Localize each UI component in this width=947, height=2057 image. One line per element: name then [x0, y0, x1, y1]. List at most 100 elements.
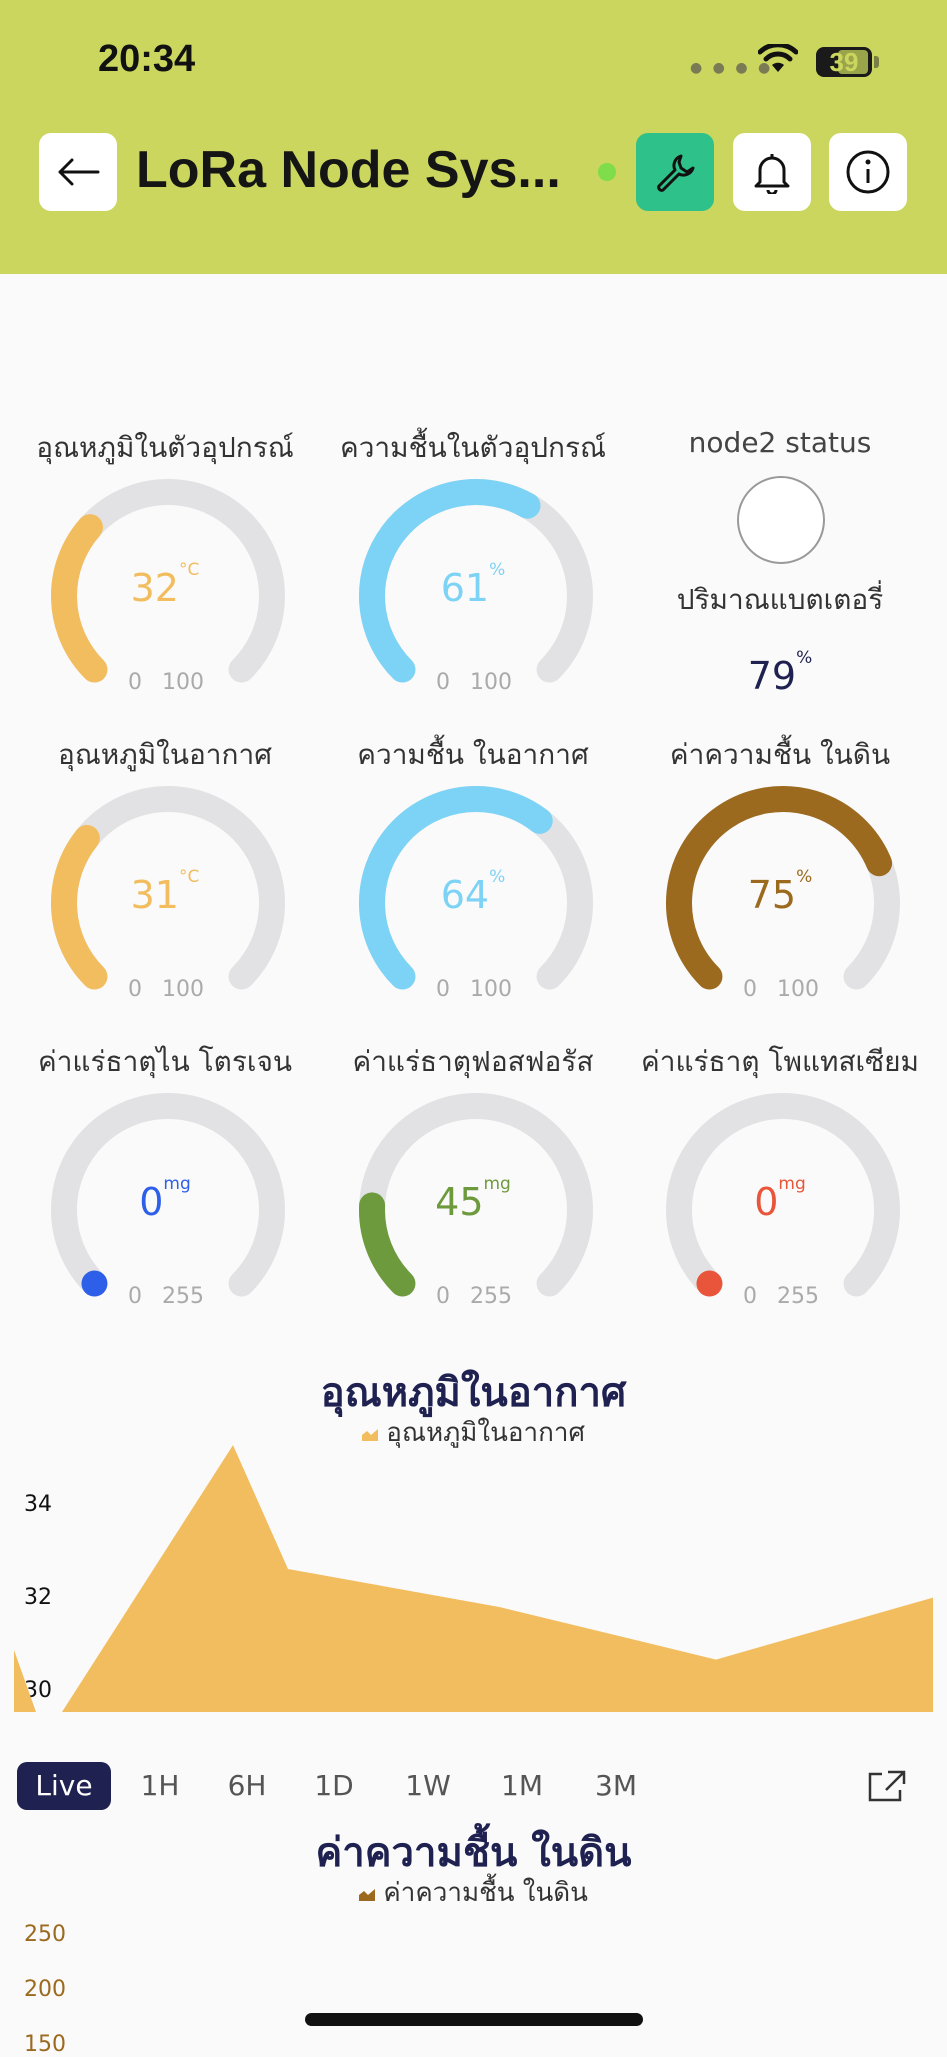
gauge-unit: mg	[163, 1174, 191, 1194]
battery-amount-number: 79	[747, 654, 797, 698]
gauge-label: ค่าความชื้น ในดิน	[669, 738, 891, 771]
gauge-min: 0	[436, 670, 450, 695]
gauge-value: 0mg	[10, 1174, 320, 1224]
node-status-panel: node2 status ปริมาณแบตเตอรี่ 79%	[625, 426, 935, 726]
area-chart-icon	[359, 1888, 376, 1901]
gauge-max: 100	[470, 977, 512, 1002]
gauge-label: ค่าแร่ธาตุไน โตรเจน	[37, 1045, 293, 1078]
gauge-air-temperature: อุณหภูมิในอากาศ 31°C 0 100	[10, 733, 320, 1033]
range-1d-button[interactable]: 1D	[304, 1762, 364, 1810]
chart2-legend-label: ค่าความชื้น ในดิน	[383, 1878, 588, 1908]
gauge-max: 255	[777, 1284, 819, 1309]
external-link-icon[interactable]	[868, 1770, 906, 1802]
gauge-min: 0	[436, 1284, 450, 1309]
wrench-icon	[657, 154, 695, 192]
gauge-device-humidity: ความชื้นในตัวอุปกรณ์ 61% 0 100	[318, 426, 628, 726]
wifi-icon	[758, 44, 798, 72]
gauge-unit: °C	[178, 560, 200, 580]
gauge-min: 0	[436, 977, 450, 1002]
gauge-value-number: 0	[754, 1180, 779, 1224]
dashboard-content: อุณหภูมิในตัวอุปกรณ์ 32°C 0 100 ความชื้นในต…	[0, 274, 947, 2057]
gauge-value-number: 64	[440, 873, 490, 917]
gauge-unit: mg	[778, 1174, 806, 1194]
gauge-min: 0	[128, 977, 142, 1002]
gauge-device-temperature: อุณหภูมิในตัวอุปกรณ์ 32°C 0 100	[10, 426, 320, 726]
gauge-value: 64%	[318, 867, 628, 917]
battery-tip	[874, 56, 879, 68]
node-status-label: node2 status	[688, 426, 872, 459]
battery-amount-label: ปริมาณแบตเตอรี่	[676, 583, 884, 616]
info-icon	[846, 150, 890, 194]
info-button[interactable]	[829, 133, 907, 211]
gauge-unit: %	[489, 867, 506, 887]
status-time: 20:34	[98, 38, 196, 80]
notifications-button[interactable]	[733, 133, 811, 211]
chart2-ytick: 150	[24, 2032, 66, 2057]
gauge-value: 61%	[318, 560, 628, 610]
gauge-value: 0mg	[625, 1174, 935, 1224]
chart1-area-segment	[14, 1650, 36, 1712]
gauge-max: 255	[162, 1284, 204, 1309]
chart2-legend: ค่าความชื้น ในดิน	[0, 1872, 947, 1913]
chart2-ytick: 250	[24, 1922, 66, 1947]
gauge-potassium: ค่าแร่ธาตุ โพแทสเซียม 0mg 0 255	[625, 1040, 935, 1340]
back-button[interactable]	[39, 133, 117, 211]
settings-button[interactable]	[636, 133, 714, 211]
range-3m-button[interactable]: 3M	[586, 1762, 646, 1810]
gauge-label: ค่าแร่ธาตุฟอสฟอรัส	[352, 1045, 594, 1078]
gauge-max: 100	[777, 977, 819, 1002]
gauge-value: 32°C	[10, 560, 320, 610]
gauge-max: 100	[162, 670, 204, 695]
app-header: 20:34 ● ● ● ● 39 LoRa Node Sys...	[0, 0, 947, 274]
range-live-button[interactable]: Live	[17, 1762, 111, 1810]
gauge-label: อุณหภูมิในอากาศ	[58, 738, 272, 771]
gauge-unit: °C	[178, 867, 200, 887]
gauge-value-number: 61	[440, 566, 490, 610]
chart2-ytick: 200	[24, 1977, 66, 2002]
gauge-progress-dot	[696, 1270, 723, 1297]
gauge-nitrogen: ค่าแร่ธาตุไน โตรเจน 0mg 0 255	[10, 1040, 320, 1340]
bell-icon	[754, 154, 790, 194]
gauge-value-number: 75	[747, 873, 797, 917]
gauge-air-humidity: ความชื้น ในอากาศ 64% 0 100	[318, 733, 628, 1033]
gauge-value-number: 45	[435, 1180, 484, 1224]
gauge-soil-moisture: ค่าความชื้น ในดิน 75% 0 100	[625, 733, 935, 1033]
gauge-value-number: 32	[130, 566, 179, 610]
gauge-unit: mg	[483, 1174, 511, 1194]
range-1w-button[interactable]: 1W	[398, 1762, 458, 1810]
gauge-label: ความชื้นในตัวอุปกรณ์	[339, 431, 607, 464]
gauge-min: 0	[128, 1284, 142, 1309]
gauge-unit: %	[489, 560, 506, 580]
battery-level: 39	[829, 47, 859, 77]
gauge-min: 0	[128, 670, 142, 695]
gauge-value-number: 31	[130, 873, 179, 917]
gauge-value: 31°C	[10, 867, 320, 917]
online-status-dot	[598, 163, 616, 181]
chart1-area-plot	[14, 1445, 933, 1712]
range-1m-button[interactable]: 1M	[492, 1762, 552, 1810]
gauge-unit: %	[796, 867, 813, 887]
range-6h-button[interactable]: 6H	[217, 1762, 277, 1810]
battery-indicator: 39	[816, 47, 872, 77]
gauge-phosphorus: ค่าแร่ธาตุฟอสฟอรัส 45mg 0 255	[318, 1040, 628, 1340]
battery-amount-unit: %	[796, 648, 813, 668]
battery-amount-value: 79%	[625, 648, 935, 698]
chart1-area-series	[62, 1445, 933, 1712]
gauge-max: 100	[162, 977, 204, 1002]
home-indicator	[305, 2013, 643, 2026]
node-status-indicator	[737, 476, 825, 564]
gauge-label: ความชื้น ในอากาศ	[357, 738, 589, 771]
gauge-max: 255	[470, 1284, 512, 1309]
gauge-progress-dot	[81, 1270, 108, 1297]
gauge-max: 100	[470, 670, 512, 695]
gauge-value: 75%	[625, 867, 935, 917]
gauge-value: 45mg	[318, 1174, 628, 1224]
gauge-label: ค่าแร่ธาตุ โพแทสเซียม	[641, 1045, 919, 1078]
range-1h-button[interactable]: 1H	[130, 1762, 190, 1810]
gauge-label: อุณหภูมิในตัวอุปกรณ์	[36, 431, 294, 464]
gauge-min: 0	[743, 977, 757, 1002]
gauge-min: 0	[743, 1284, 757, 1309]
arrow-left-icon	[58, 158, 100, 186]
page-title: LoRa Node Sys...	[136, 141, 561, 199]
gauge-value-number: 0	[139, 1180, 164, 1224]
